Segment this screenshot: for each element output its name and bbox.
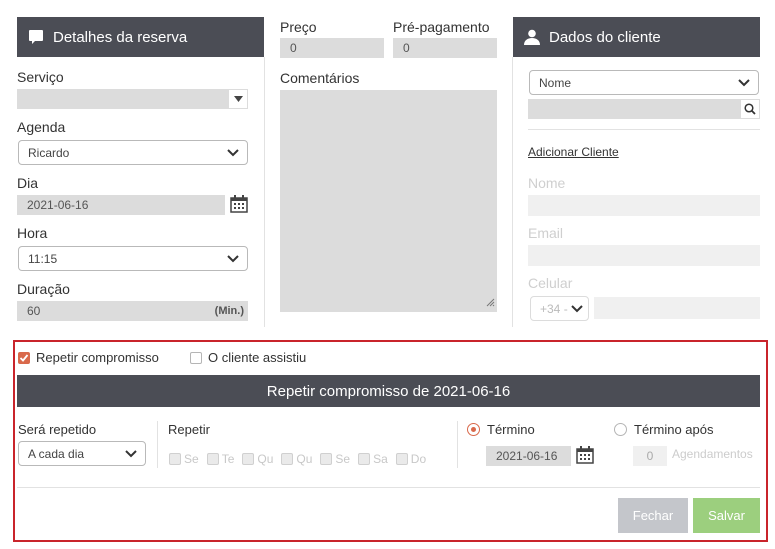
- client-phone-label: Celular: [528, 275, 573, 291]
- checkbox-icon[interactable]: [190, 351, 202, 364]
- divider: [157, 421, 158, 468]
- weekday-checkbox[interactable]: Se: [169, 452, 199, 466]
- time-select[interactable]: 11:15: [18, 246, 248, 271]
- radio-icon[interactable]: [614, 423, 627, 436]
- checkbox-icon[interactable]: [358, 453, 371, 465]
- resize-handle-icon[interactable]: [486, 296, 495, 310]
- client-panel-title: Dados do cliente: [549, 28, 661, 46]
- client-name-input[interactable]: [528, 195, 760, 216]
- weekday-checkbox[interactable]: Do: [395, 452, 426, 466]
- divider: [457, 421, 458, 468]
- checkbox-icon[interactable]: [281, 453, 294, 465]
- price-input[interactable]: 0: [280, 38, 384, 58]
- chat-bubble-icon: [27, 28, 45, 46]
- checkbox-icon[interactable]: [395, 453, 408, 465]
- agenda-select[interactable]: Ricardo: [18, 140, 248, 165]
- weekday-checkbox[interactable]: Qu: [242, 452, 273, 466]
- save-button[interactable]: Salvar: [693, 498, 760, 533]
- divider: [17, 487, 760, 488]
- duration-input[interactable]: 60 (Min.): [17, 301, 248, 321]
- attended-checkbox[interactable]: O cliente assistiu: [190, 350, 306, 365]
- will-repeat-label: Será repetido: [18, 422, 97, 437]
- repeat-checkbox[interactable]: Repetir compromisso: [18, 350, 159, 365]
- chevron-down-icon: [738, 76, 750, 90]
- checkbox-icon[interactable]: [169, 453, 181, 465]
- weekday-checkbox[interactable]: Te: [206, 452, 234, 466]
- comments-label: Comentários: [280, 70, 360, 86]
- client-search-input[interactable]: [528, 99, 740, 119]
- service-label: Serviço: [17, 69, 64, 85]
- booking-panel-title: Detalhes da reserva: [53, 28, 188, 46]
- repeat-frequency-select[interactable]: A cada dia: [18, 441, 146, 466]
- checkbox-icon[interactable]: [320, 453, 333, 465]
- client-panel-header: Dados do cliente: [513, 17, 760, 57]
- end-on-date-radio[interactable]: Término: [467, 422, 535, 437]
- weekday-checkbox[interactable]: Se: [320, 452, 350, 466]
- user-icon: [523, 28, 541, 46]
- time-label: Hora: [17, 225, 48, 241]
- day-input[interactable]: 2021-06-16: [17, 195, 225, 215]
- checkbox-icon[interactable]: [242, 453, 255, 465]
- caret-down-icon[interactable]: [228, 89, 248, 109]
- radio-selected-icon[interactable]: [467, 423, 480, 436]
- service-select[interactable]: [17, 89, 248, 109]
- divider: [264, 57, 265, 327]
- calendar-icon[interactable]: [230, 195, 248, 218]
- duration-unit: (Min.): [214, 305, 244, 317]
- prepayment-input[interactable]: 0: [393, 38, 497, 58]
- client-email-label: Email: [528, 225, 564, 241]
- price-label: Preço: [280, 19, 317, 35]
- end-date-input[interactable]: 2021-06-16: [486, 446, 571, 466]
- prepayment-label: Pré-pagamento: [393, 19, 490, 35]
- end-after-count-input[interactable]: 0: [633, 446, 667, 466]
- add-client-link[interactable]: Adicionar Cliente: [528, 145, 619, 159]
- search-icon[interactable]: [740, 99, 760, 119]
- repeat-banner: Repetir compromisso de 2021-06-16: [17, 375, 760, 407]
- weekday-checkbox[interactable]: Qu: [281, 452, 312, 466]
- divider: [528, 129, 760, 130]
- duration-label: Duração: [17, 281, 70, 297]
- client-search-type-select[interactable]: Nome: [529, 70, 759, 95]
- chevron-down-icon: [227, 252, 239, 266]
- weekday-checkboxes: Se Te Qu Qu Se Sa Do: [169, 452, 426, 466]
- client-phone-input[interactable]: [594, 297, 760, 319]
- comments-textarea[interactable]: [280, 90, 497, 312]
- client-email-input[interactable]: [528, 245, 760, 266]
- chevron-down-icon: [125, 447, 137, 461]
- agenda-label: Agenda: [17, 119, 66, 135]
- phone-prefix-select[interactable]: +34 -: [530, 296, 589, 321]
- repeat-days-label: Repetir: [168, 422, 210, 437]
- chevron-down-icon: [571, 302, 583, 316]
- end-after-radio[interactable]: Término após: [614, 422, 713, 437]
- calendar-icon[interactable]: [576, 446, 594, 469]
- checkbox-checked-icon[interactable]: [18, 351, 30, 364]
- weekday-checkbox[interactable]: Sa: [358, 452, 388, 466]
- checkbox-icon[interactable]: [206, 453, 219, 465]
- chevron-down-icon: [227, 146, 239, 160]
- day-label: Dia: [17, 175, 39, 191]
- end-after-unit: Agendamentos: [672, 447, 753, 461]
- close-button[interactable]: Fechar: [618, 498, 688, 533]
- divider: [512, 57, 513, 327]
- booking-panel-header: Detalhes da reserva: [17, 17, 264, 57]
- client-name-label: Nome: [528, 175, 566, 191]
